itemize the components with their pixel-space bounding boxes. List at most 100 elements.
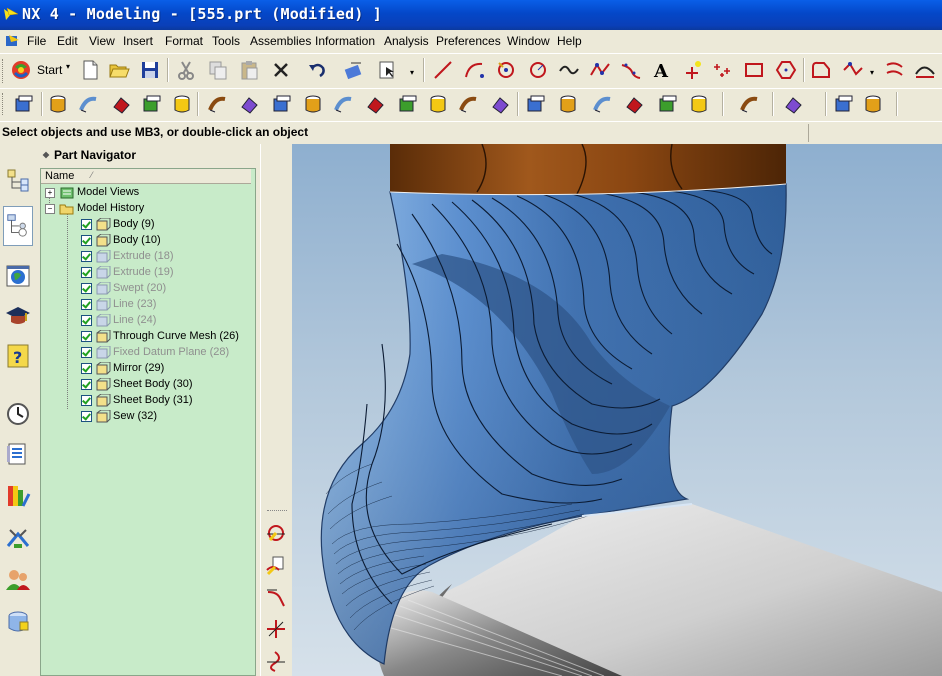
shade-icon[interactable] (739, 93, 761, 115)
feature-checkbox[interactable] (81, 347, 92, 358)
circle-icon[interactable] (527, 59, 549, 81)
revolve-icon[interactable] (207, 93, 229, 115)
reuse-library-icon[interactable] (4, 440, 32, 468)
wrap-icon[interactable] (343, 59, 365, 81)
paste-icon[interactable] (238, 59, 260, 81)
slot-icon[interactable] (364, 93, 386, 115)
menu-assemblies[interactable]: Assemblies (250, 34, 311, 48)
more-icon[interactable] (862, 93, 884, 115)
point-set-icon[interactable] (712, 59, 734, 81)
feature-checkbox[interactable] (81, 411, 92, 422)
copy-icon[interactable] (207, 59, 229, 81)
bridge-icon[interactable] (914, 59, 936, 81)
block-icon[interactable] (47, 93, 69, 115)
pocket-icon[interactable] (333, 93, 355, 115)
offset-curve-icon[interactable] (884, 59, 906, 81)
dropdown-arrow-icon[interactable]: ▾ (870, 68, 874, 77)
menu-tools[interactable]: Tools (212, 34, 240, 48)
extend-curve-icon[interactable] (265, 650, 287, 672)
save-icon[interactable] (139, 59, 161, 81)
render-icon[interactable] (832, 93, 854, 115)
menu-view[interactable]: View (89, 34, 115, 48)
line-icon[interactable] (432, 59, 454, 81)
circle-point-icon[interactable] (495, 59, 517, 81)
feature-checkbox[interactable] (81, 315, 92, 326)
feature-checkbox[interactable] (81, 283, 92, 294)
arc-icon[interactable] (463, 59, 485, 81)
menu-format[interactable]: Format (165, 34, 203, 48)
cut-icon[interactable] (175, 59, 197, 81)
assembly-navigator-icon[interactable] (4, 166, 32, 194)
groove-icon[interactable] (396, 93, 418, 115)
roles-icon[interactable] (4, 524, 32, 552)
history-icon[interactable] (4, 400, 32, 428)
spline-icon[interactable] (558, 59, 580, 81)
split-curve-icon[interactable] (265, 586, 287, 608)
part-navigator-icon[interactable] (12, 93, 34, 115)
curve-icon[interactable] (842, 59, 864, 81)
fit-spline-icon[interactable] (620, 59, 642, 81)
extrude-icon[interactable] (171, 93, 193, 115)
boss-icon[interactable] (270, 93, 292, 115)
select-filter-icon[interactable] (377, 59, 399, 81)
sweep-icon[interactable] (110, 93, 132, 115)
toolbar-grip[interactable] (2, 93, 6, 115)
menu-edit[interactable]: Edit (57, 34, 78, 48)
feature-checkbox[interactable] (81, 267, 92, 278)
snap-icon[interactable] (265, 522, 287, 544)
feature-checkbox[interactable] (81, 251, 92, 262)
menu-preferences[interactable]: Preferences (436, 34, 501, 48)
expand-icon[interactable]: + (45, 188, 55, 198)
feature-checkbox[interactable] (81, 395, 92, 406)
menu-insert[interactable]: Insert (123, 34, 153, 48)
open-folder-icon[interactable] (108, 59, 130, 81)
menu-file[interactable]: File (27, 34, 46, 48)
box-icon[interactable] (557, 93, 579, 115)
menu-help[interactable]: Help (557, 34, 582, 48)
model-view[interactable] (292, 144, 942, 676)
point-icon[interactable] (681, 59, 703, 81)
polygon-icon[interactable] (775, 59, 797, 81)
cyl-icon[interactable] (592, 93, 614, 115)
feature-checkbox[interactable] (81, 363, 92, 374)
materials-icon[interactable] (4, 608, 32, 636)
part-navigator-tab[interactable] (3, 206, 33, 246)
help-icon[interactable]: ? (4, 342, 32, 370)
feature-checkbox[interactable] (81, 299, 92, 310)
trim-icon[interactable] (265, 554, 287, 576)
cone-icon[interactable] (623, 93, 645, 115)
shell-icon[interactable] (489, 93, 511, 115)
undo-icon[interactable] (306, 59, 328, 81)
app-menu-icon[interactable] (5, 33, 21, 49)
menu-window[interactable]: Window (507, 34, 550, 48)
toolbar-grip[interactable] (2, 59, 6, 83)
tube-icon[interactable] (140, 93, 162, 115)
delete-icon[interactable] (270, 59, 292, 81)
intersect-curve-icon[interactable] (265, 618, 287, 640)
systems-icon[interactable] (4, 566, 32, 594)
training-icon[interactable] (4, 302, 32, 330)
collapse-icon[interactable]: − (45, 204, 55, 214)
hole-icon[interactable] (238, 93, 260, 115)
cylinder-icon[interactable] (78, 93, 100, 115)
text-icon[interactable]: A (651, 59, 673, 81)
pin-icon[interactable] (42, 151, 50, 159)
web-browser-icon[interactable] (4, 262, 32, 290)
chamfer-icon[interactable] (458, 93, 480, 115)
pad-icon[interactable] (302, 93, 324, 115)
dropdown-arrow-icon[interactable]: ▾ (410, 68, 414, 77)
new-file-icon[interactable] (79, 59, 101, 81)
menu-analysis[interactable]: Analysis (384, 34, 429, 48)
column-header[interactable]: Name ⁄ (41, 169, 251, 184)
sketch-icon[interactable] (810, 59, 832, 81)
toolbar-grip[interactable] (267, 510, 287, 514)
graphics-window[interactable] (292, 144, 942, 676)
palette-icon[interactable] (4, 482, 32, 510)
feature-checkbox[interactable] (81, 219, 92, 230)
wireframe-icon[interactable] (782, 93, 804, 115)
rectangle-icon[interactable] (743, 59, 765, 81)
unite-icon[interactable] (688, 93, 710, 115)
menu-information[interactable]: Information (315, 34, 375, 48)
edge-blend-icon[interactable] (427, 93, 449, 115)
feature-checkbox[interactable] (81, 379, 92, 390)
